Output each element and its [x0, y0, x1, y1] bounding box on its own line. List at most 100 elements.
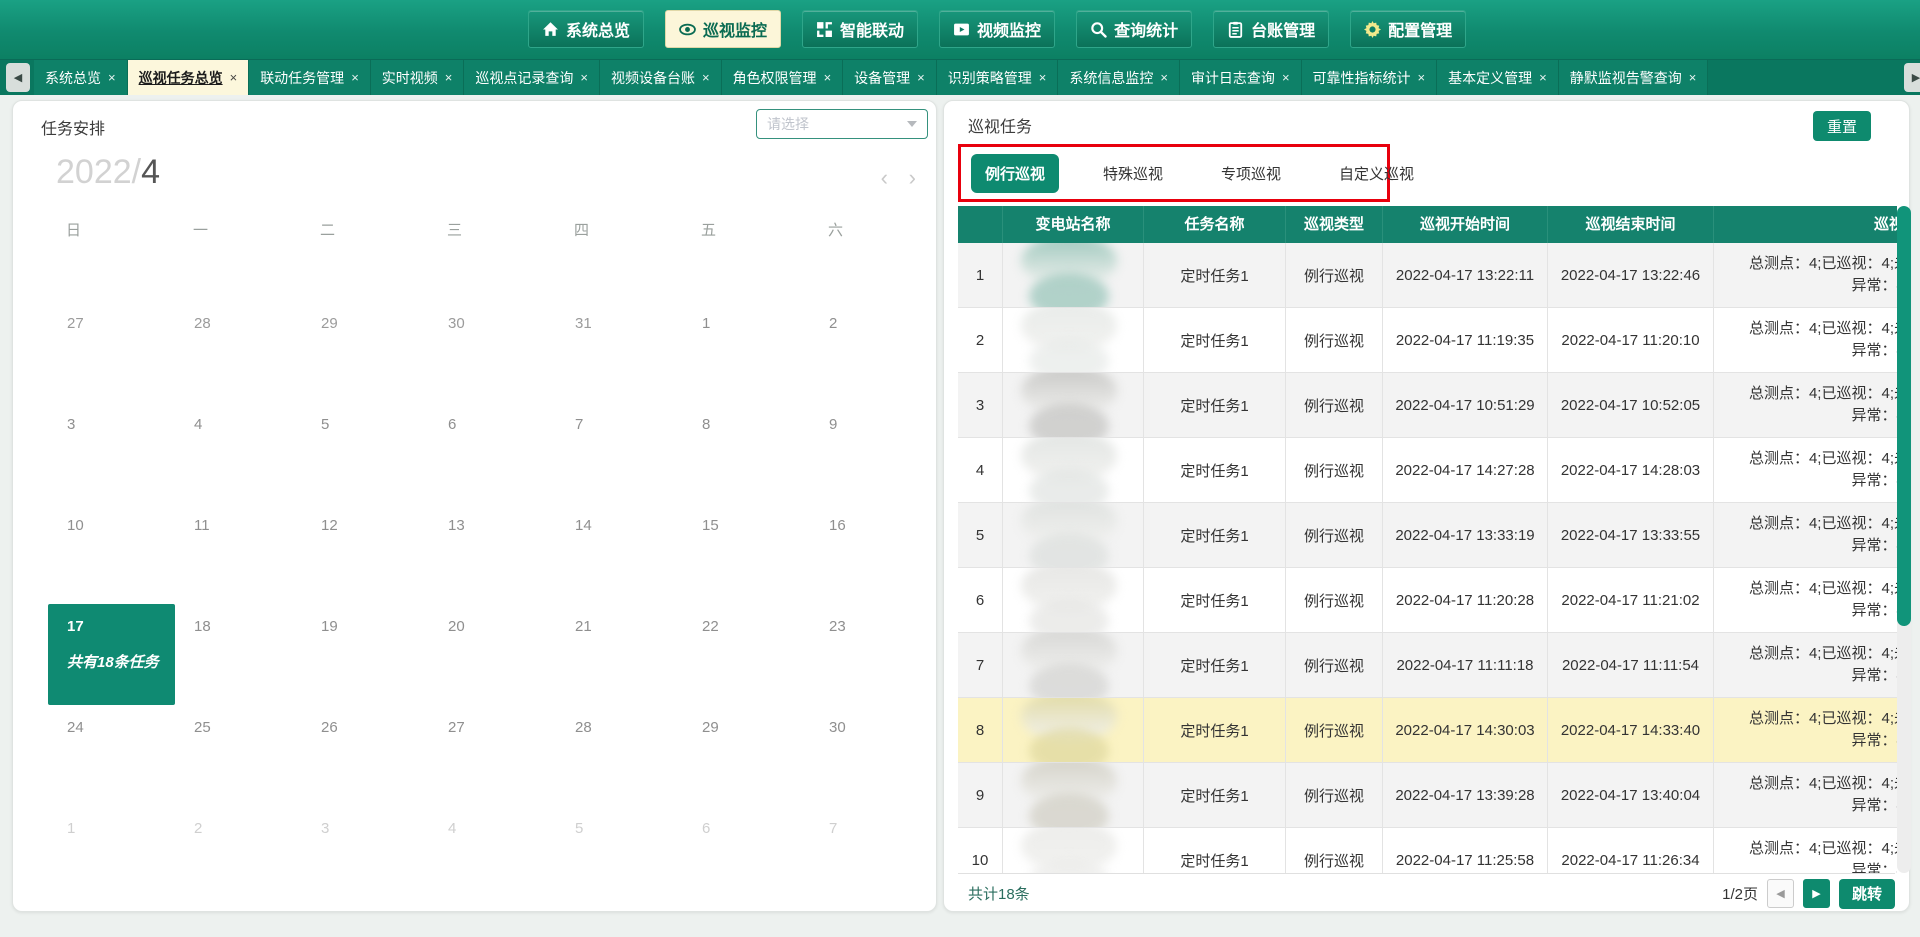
calendar-day[interactable]: 16 [810, 503, 937, 604]
close-icon[interactable]: × [1539, 70, 1547, 85]
table-row[interactable]: 6定时任务1例行巡视2022-04-17 11:20:282022-04-17 … [958, 568, 1897, 633]
close-icon[interactable]: × [230, 70, 238, 85]
calendar-day[interactable]: 26 [302, 705, 429, 806]
close-icon[interactable]: × [580, 70, 588, 85]
patrol-type-tab[interactable]: 专项巡视 [1207, 154, 1295, 193]
calendar-day[interactable]: 19 [302, 604, 429, 705]
table-row[interactable]: 4定时任务1例行巡视2022-04-17 14:27:282022-04-17 … [958, 438, 1897, 503]
close-icon[interactable]: × [351, 70, 359, 85]
calendar-day[interactable]: 7 [810, 806, 937, 907]
calendar-day[interactable]: 3 [48, 402, 175, 503]
calendar-day[interactable]: 28 [556, 705, 683, 806]
calendar-day[interactable]: 25 [175, 705, 302, 806]
tabbar-scroll-right-icon[interactable]: ▶ [1904, 63, 1920, 92]
table-row[interactable]: 1定时任务1例行巡视2022-04-17 13:22:112022-04-17 … [958, 243, 1897, 308]
patrol-type-tab[interactable]: 例行巡视 [971, 154, 1059, 193]
calendar-day[interactable]: 4 [429, 806, 556, 907]
calendar-day[interactable]: 3 [302, 806, 429, 907]
nav-button-smart-linkage[interactable]: 智能联动 [802, 10, 918, 48]
calendar-day[interactable]: 6 [429, 402, 556, 503]
close-icon[interactable]: × [1039, 70, 1047, 85]
nav-button-system-overview[interactable]: 系统总览 [528, 10, 644, 48]
close-icon[interactable]: × [824, 70, 832, 85]
calendar-day[interactable]: 30 [429, 301, 556, 402]
close-icon[interactable]: × [702, 70, 710, 85]
table-row[interactable]: 7定时任务1例行巡视2022-04-17 11:11:182022-04-17 … [958, 633, 1897, 698]
close-icon[interactable]: × [917, 70, 925, 85]
calendar-day[interactable]: 10 [48, 503, 175, 604]
patrol-type-tab[interactable]: 特殊巡视 [1089, 154, 1177, 193]
calendar-day[interactable]: 1 [683, 301, 810, 402]
calendar-day[interactable]: 27 [48, 301, 175, 402]
workspace-tab[interactable]: 联动任务管理× [249, 60, 371, 95]
workspace-tab[interactable]: 视频设备台账× [600, 60, 722, 95]
nav-button-ledger-mgmt[interactable]: 台账管理 [1213, 10, 1329, 48]
patrol-type-tab[interactable]: 自定义巡视 [1325, 154, 1428, 193]
workspace-tab[interactable]: 巡视点记录查询× [464, 60, 600, 95]
close-icon[interactable]: × [1689, 70, 1697, 85]
close-icon[interactable]: × [1418, 70, 1426, 85]
calendar-day[interactable]: 1 [48, 806, 175, 907]
calendar-day[interactable]: 18 [175, 604, 302, 705]
table-row[interactable]: 3定时任务1例行巡视2022-04-17 10:51:292022-04-17 … [958, 373, 1897, 438]
calendar-day-selected[interactable]: 17共有18条任务 [48, 604, 175, 705]
calendar-day[interactable]: 28 [175, 301, 302, 402]
calendar-day[interactable]: 29 [302, 301, 429, 402]
table-row[interactable]: 8定时任务1例行巡视2022-04-17 14:30:032022-04-17 … [958, 698, 1897, 763]
table-scrollbar-thumb[interactable] [1897, 206, 1911, 626]
workspace-tab[interactable]: 系统总览× [34, 60, 128, 95]
workspace-tab[interactable]: 角色权限管理× [722, 60, 844, 95]
nav-button-patrol-monitor[interactable]: 巡视监控 [665, 10, 781, 48]
table-row[interactable]: 10定时任务1例行巡视2022-04-17 11:25:582022-04-17… [958, 828, 1897, 873]
workspace-tab[interactable]: 基本定义管理× [1437, 60, 1559, 95]
reset-button[interactable]: 重置 [1813, 111, 1871, 141]
table-scrollbar[interactable] [1897, 206, 1911, 873]
workspace-tab[interactable]: 识别策略管理× [937, 60, 1059, 95]
calendar-day[interactable]: 7 [556, 402, 683, 503]
close-icon[interactable]: × [445, 70, 453, 85]
page-next-icon[interactable]: ▶ [1803, 879, 1830, 908]
calendar-day[interactable]: 8 [683, 402, 810, 503]
table-row[interactable]: 2定时任务1例行巡视2022-04-17 11:19:352022-04-17 … [958, 308, 1897, 373]
workspace-tab[interactable]: 系统信息监控× [1058, 60, 1180, 95]
calendar-day[interactable]: 24 [48, 705, 175, 806]
calendar-day[interactable]: 5 [556, 806, 683, 907]
nav-button-config-mgmt[interactable]: 配置管理 [1350, 10, 1466, 48]
tabbar-scroll-left-icon[interactable]: ◀ [6, 63, 30, 92]
calendar-day[interactable]: 2 [175, 806, 302, 907]
workspace-tab[interactable]: 静默监视告警查询× [1559, 60, 1709, 95]
calendar-day[interactable]: 12 [302, 503, 429, 604]
page-prev-icon[interactable]: ◀ [1767, 879, 1794, 908]
table-row[interactable]: 5定时任务1例行巡视2022-04-17 13:33:192022-04-17 … [958, 503, 1897, 568]
calendar-day[interactable]: 9 [810, 402, 937, 503]
calendar-day[interactable]: 2 [810, 301, 937, 402]
jump-button[interactable]: 跳转 [1839, 879, 1895, 909]
calendar-day[interactable]: 5 [302, 402, 429, 503]
calendar-day[interactable]: 29 [683, 705, 810, 806]
workspace-tab[interactable]: 实时视频× [371, 60, 465, 95]
nav-button-video-monitor[interactable]: 视频监控 [939, 10, 1055, 48]
calendar-day[interactable]: 11 [175, 503, 302, 604]
workspace-tab[interactable]: 可靠性指标统计× [1302, 60, 1438, 95]
table-row[interactable]: 9定时任务1例行巡视2022-04-17 13:39:282022-04-17 … [958, 763, 1897, 828]
calendar-day[interactable]: 15 [683, 503, 810, 604]
close-icon[interactable]: × [1160, 70, 1168, 85]
calendar-day[interactable]: 14 [556, 503, 683, 604]
calendar-day[interactable]: 23 [810, 604, 937, 705]
calendar-day[interactable]: 31 [556, 301, 683, 402]
calendar-day[interactable]: 27 [429, 705, 556, 806]
calendar-prev-icon[interactable]: ‹ [881, 167, 888, 189]
station-select[interactable]: 请选择 [756, 109, 928, 139]
calendar-next-icon[interactable]: › [909, 167, 916, 189]
calendar-day[interactable]: 21 [556, 604, 683, 705]
calendar-day[interactable]: 20 [429, 604, 556, 705]
calendar-day[interactable]: 4 [175, 402, 302, 503]
workspace-tab[interactable]: 设备管理× [843, 60, 937, 95]
calendar-day[interactable]: 22 [683, 604, 810, 705]
calendar-day[interactable]: 13 [429, 503, 556, 604]
close-icon[interactable]: × [108, 70, 116, 85]
calendar-day[interactable]: 30 [810, 705, 937, 806]
workspace-tab[interactable]: 巡视任务总览× [128, 60, 250, 95]
nav-button-query-stats[interactable]: 查询统计 [1076, 10, 1192, 48]
calendar-day[interactable]: 6 [683, 806, 810, 907]
